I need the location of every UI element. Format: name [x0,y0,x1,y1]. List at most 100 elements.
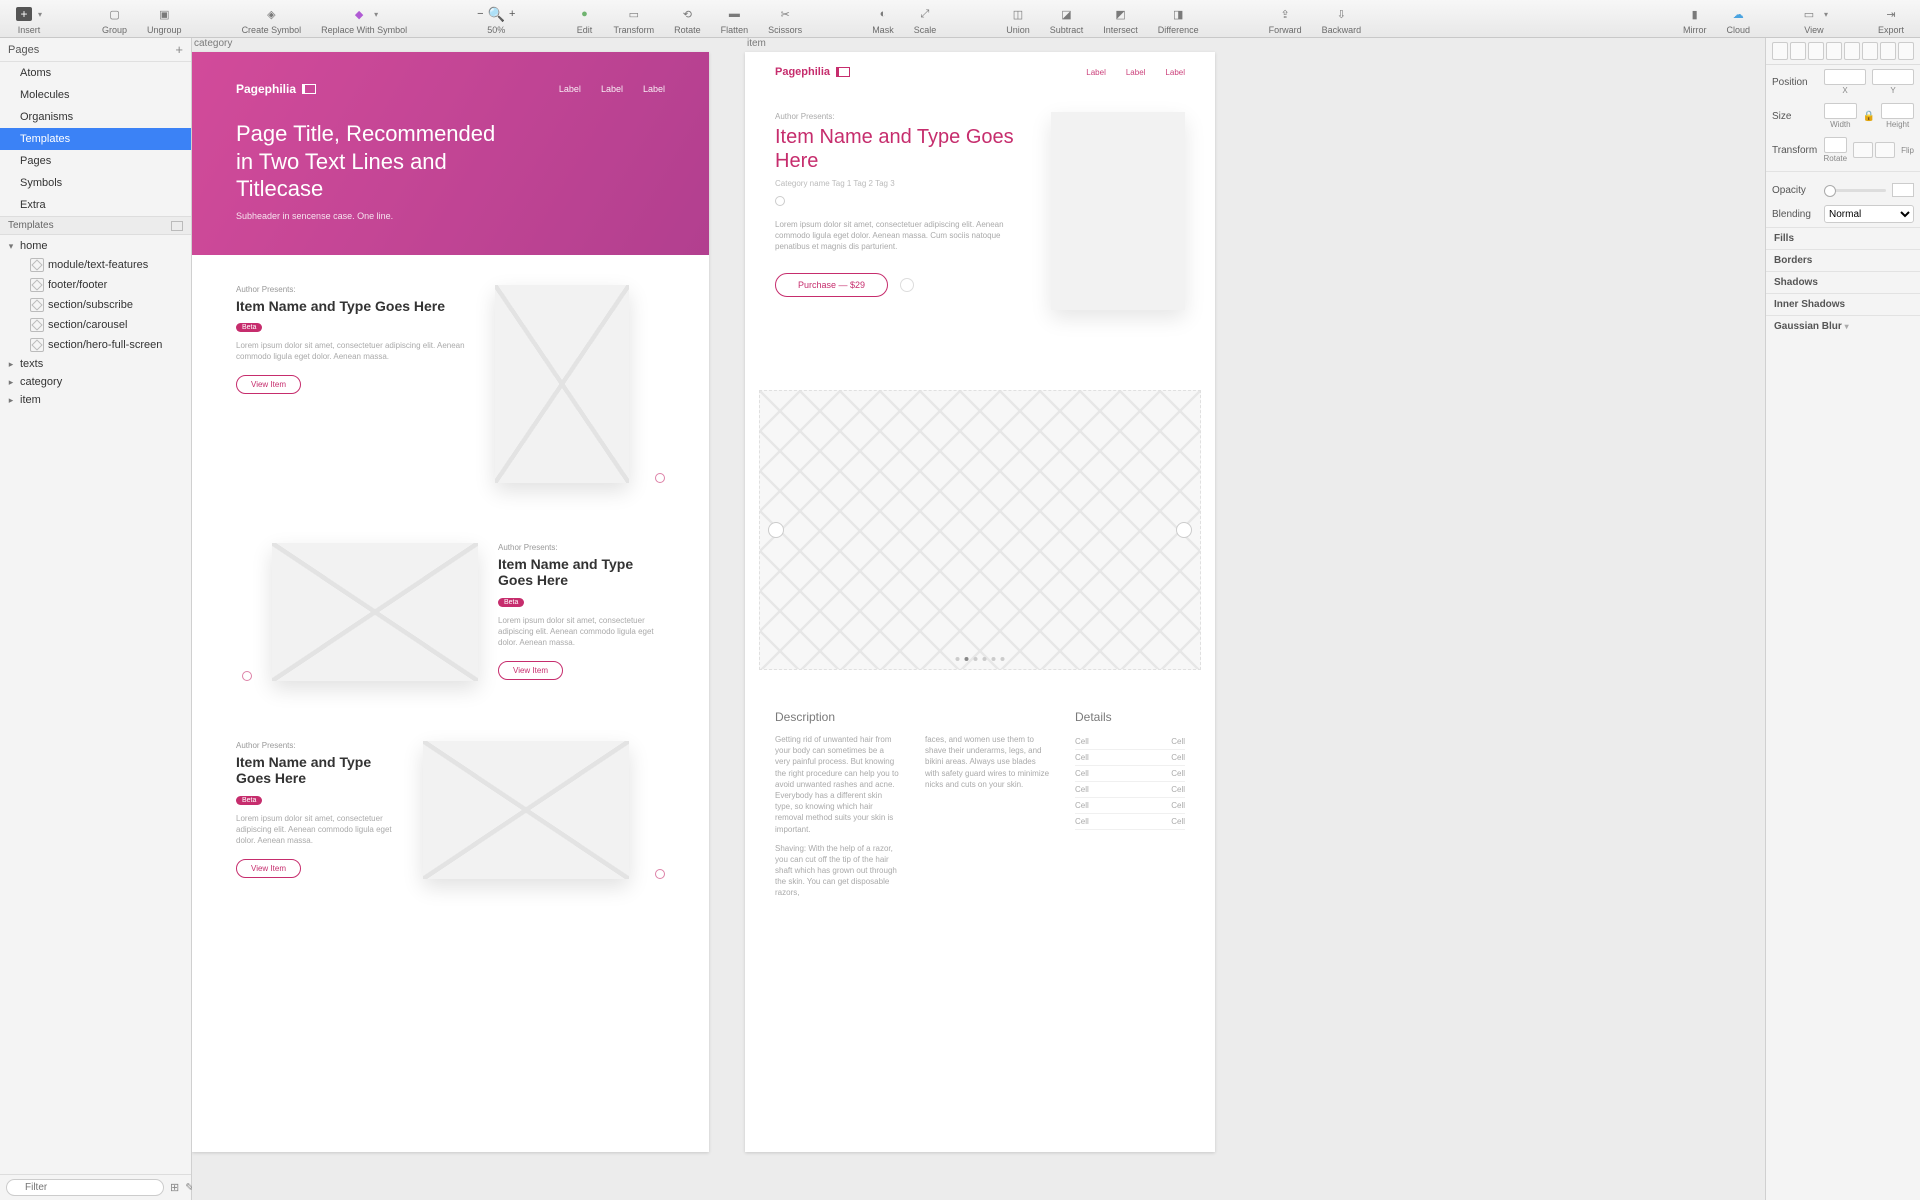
distribute-v-button[interactable] [1898,42,1914,60]
view-button[interactable]: ▭▾View [1790,3,1838,37]
mask-button[interactable]: ◐Mask [862,3,904,37]
union-button[interactable]: ◫Union [996,3,1040,37]
page-item-molecules[interactable]: Molecules [0,84,191,106]
align-left-button[interactable] [1772,42,1788,60]
tree-item[interactable]: module/text-features [0,255,191,275]
filter-toggle-icon[interactable]: ⊞ [170,1181,179,1195]
distribute-h-button[interactable] [1880,42,1896,60]
view-item-button[interactable]: View Item [236,375,301,394]
align-center-h-button[interactable] [1790,42,1806,60]
page-item-extra[interactable]: Extra [0,194,191,216]
group-button[interactable]: ▢Group [92,3,137,37]
shadows-section[interactable]: Shadows [1766,271,1920,293]
cloud-button[interactable]: ☁Cloud [1716,3,1760,37]
zoom-out-icon[interactable]: − [477,8,483,20]
zoom-control[interactable]: −🔍+ 50% [467,3,525,37]
backward-button[interactable]: ⇩Backward [1312,3,1372,37]
edit-button[interactable]: ●Edit [565,3,603,37]
align-right-button[interactable] [1808,42,1824,60]
width-input[interactable] [1824,103,1857,119]
ungroup-button[interactable]: ▣Ungroup [137,3,192,37]
view-item-button[interactable]: View Item [498,661,563,680]
purchase-button[interactable]: Purchase — $29 [775,273,888,297]
page-item-pages[interactable]: Pages [0,150,191,172]
align-controls [1766,38,1920,65]
artboard-item[interactable]: item Pagephilia Label Label Label Author… [745,52,1215,1152]
flip-v-button[interactable] [1875,142,1895,158]
create-symbol-button[interactable]: ◈Create Symbol [232,3,312,37]
nav-link[interactable]: Label [1126,68,1146,77]
hero-section: Pagephilia Label Label Label Page Title,… [192,52,709,255]
lock-aspect-icon[interactable]: 🔒 [1863,111,1875,122]
page-item-symbols[interactable]: Symbols [0,172,191,194]
tree-item-home[interactable]: ▾ home [0,237,191,255]
artboard-category[interactable]: category Pagephilia Label Label Label Pa… [192,52,709,1152]
nav-link[interactable]: Label [1086,68,1106,77]
filter-input[interactable] [6,1179,164,1196]
view-item-button[interactable]: View Item [236,859,301,878]
disclosure-icon[interactable]: ▾ [6,241,16,252]
tree-item[interactable]: footer/footer [0,275,191,295]
zoom-in-icon[interactable]: + [509,8,515,20]
feature-block: Author Presents: Item Name and Type Goes… [192,711,709,909]
fills-section[interactable]: Fills [1766,227,1920,249]
tree-item[interactable]: section/subscribe [0,295,191,315]
intersect-button[interactable]: ◩Intersect [1093,3,1148,37]
tree-item-item[interactable]: ▸item [0,391,191,409]
artboard-label[interactable]: item [747,38,766,49]
page-item-atoms[interactable]: Atoms [0,62,191,84]
scale-button[interactable]: ⤢Scale [904,3,947,37]
export-button[interactable]: ⇥Export [1868,3,1914,37]
info-icon[interactable] [242,671,252,681]
opacity-slider[interactable] [1824,189,1886,192]
artboard-label[interactable]: category [194,38,232,49]
info-icon[interactable] [655,869,665,879]
tree-item-texts[interactable]: ▸texts [0,355,191,373]
tree-item-category[interactable]: ▸category [0,373,191,391]
rotate-button[interactable]: ⟲Rotate [664,3,711,37]
nav-link[interactable]: Label [559,84,581,94]
nav-link[interactable]: Label [1165,68,1185,77]
section-toggle-icon[interactable] [171,221,183,231]
replace-symbol-button[interactable]: ◆▾Replace With Symbol [311,3,417,37]
tree-item[interactable]: section/hero-full-screen [0,335,191,355]
transform-button[interactable]: ▭Transform [603,3,664,37]
forward-button[interactable]: ⇪Forward [1259,3,1312,37]
height-input[interactable] [1881,103,1914,119]
position-y-input[interactable] [1872,69,1914,85]
rotate-input[interactable] [1824,137,1848,153]
align-center-v-button[interactable] [1844,42,1860,60]
mirror-button[interactable]: ▮Mirror [1673,3,1717,37]
disclosure-icon[interactable]: ▸ [6,395,16,406]
blending-select[interactable]: Normal [1824,205,1914,223]
difference-button[interactable]: ◨Difference [1148,3,1209,37]
page-item-organisms[interactable]: Organisms [0,106,191,128]
nav-link[interactable]: Label [601,84,623,94]
cart-icon[interactable] [900,278,914,292]
tree-item[interactable]: section/carousel [0,315,191,335]
carousel-prev-button[interactable] [768,522,784,538]
opacity-value[interactable] [1892,183,1914,197]
disclosure-icon[interactable]: ▸ [6,359,16,370]
flip-h-button[interactable] [1853,142,1873,158]
subtract-button[interactable]: ◪Subtract [1040,3,1094,37]
flatten-button[interactable]: ▬Flatten [711,3,759,37]
position-x-input[interactable] [1824,69,1866,85]
carousel-next-button[interactable] [1176,522,1192,538]
page-item-templates[interactable]: Templates [0,128,191,150]
align-bottom-button[interactable] [1862,42,1878,60]
description-text: Getting rid of unwanted hair from your b… [775,734,901,835]
canvas[interactable]: category Pagephilia Label Label Label Pa… [192,38,1765,1200]
insert-menu[interactable]: +▾ Insert [6,3,52,37]
add-page-button[interactable]: + [175,42,183,57]
inner-shadows-section[interactable]: Inner Shadows [1766,293,1920,315]
borders-section[interactable]: Borders [1766,249,1920,271]
scissors-button[interactable]: ✂Scissors [758,3,812,37]
nav-link[interactable]: Label [643,84,665,94]
image-placeholder [495,285,629,483]
info-icon[interactable] [655,473,665,483]
disclosure-icon[interactable]: ▸ [6,377,16,388]
blur-section[interactable]: Gaussian Blur ▾ [1766,315,1920,337]
align-top-button[interactable] [1826,42,1842,60]
view-icon: ▭ [1800,5,1818,23]
